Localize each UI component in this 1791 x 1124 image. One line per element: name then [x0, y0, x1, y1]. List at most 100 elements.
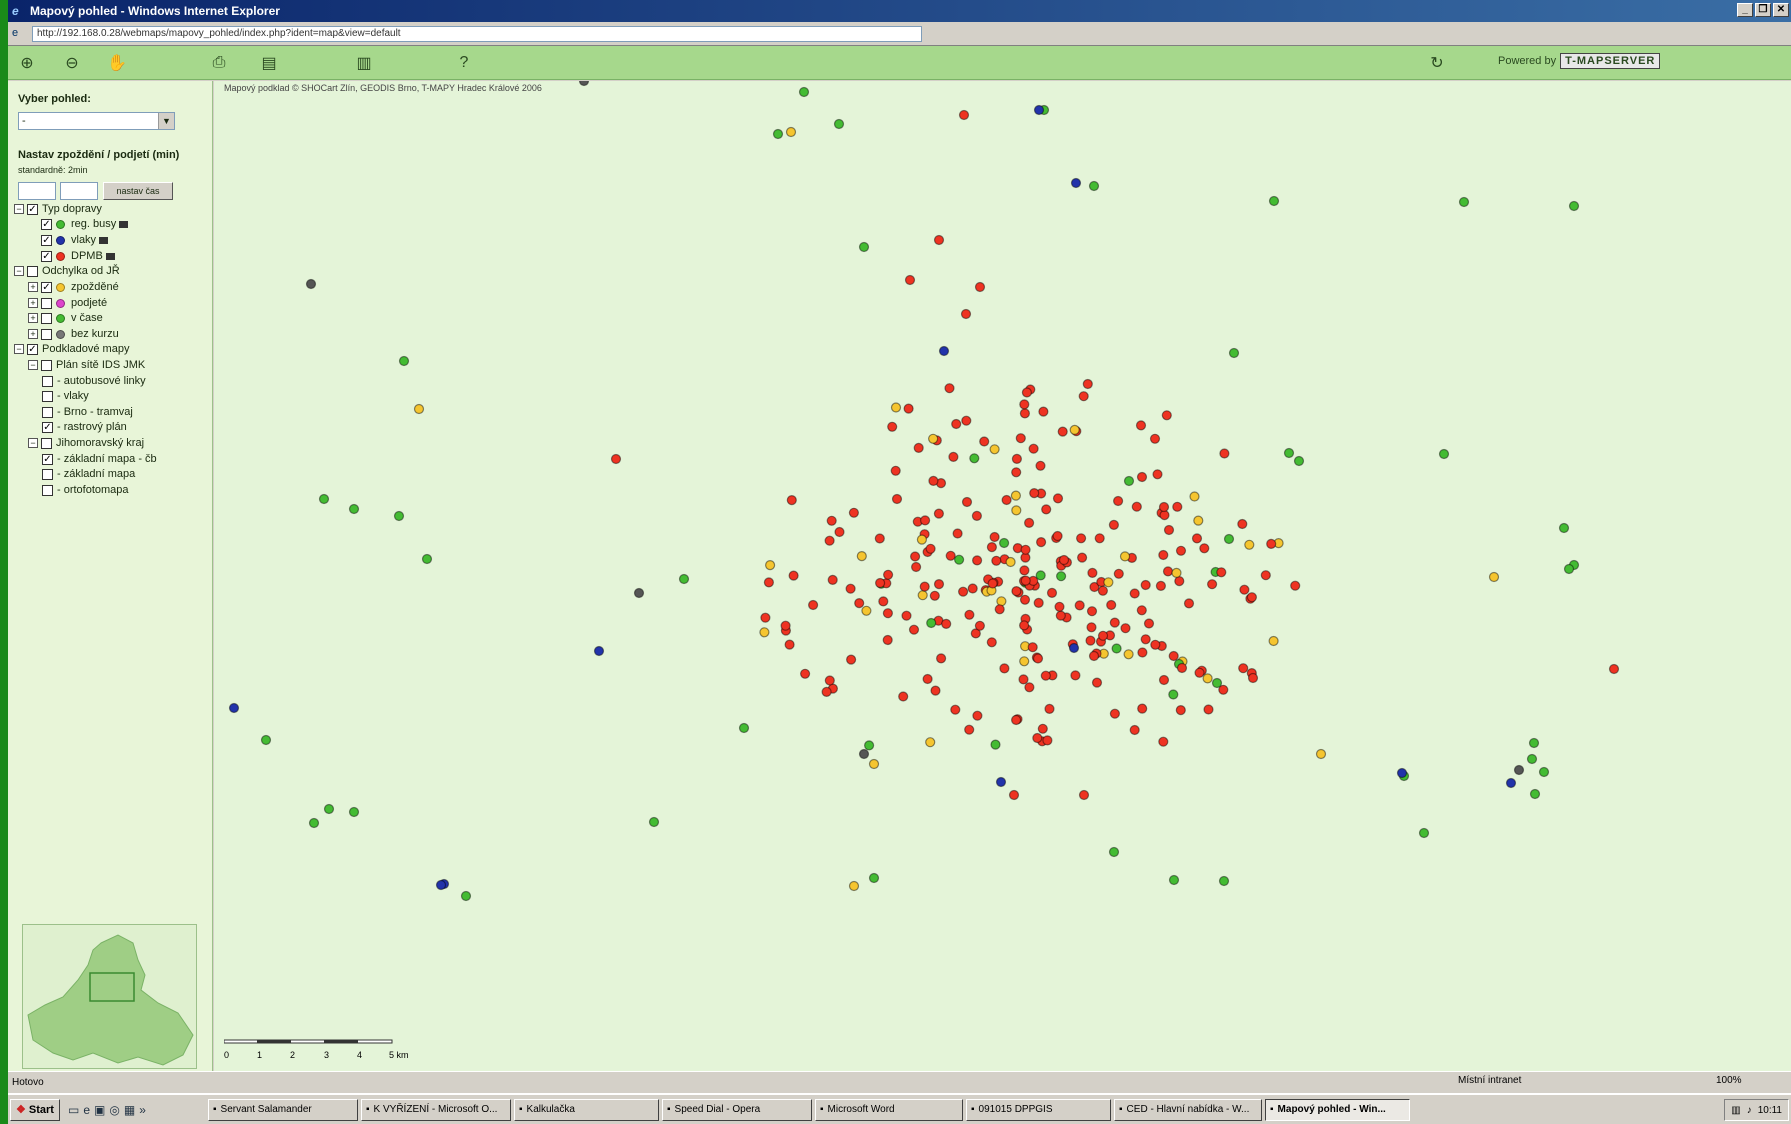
- tram-marker[interactable]: [1001, 494, 1012, 506]
- tram-marker[interactable]: [1150, 639, 1161, 650]
- tram-marker[interactable]: [1108, 519, 1120, 530]
- train-marker[interactable]: [1070, 177, 1082, 189]
- tram-marker[interactable]: [972, 710, 983, 721]
- tram-marker[interactable]: [1074, 600, 1085, 611]
- delayed-marker[interactable]: [1193, 515, 1204, 526]
- delayed-marker[interactable]: [785, 126, 797, 138]
- tram-marker[interactable]: [763, 577, 775, 588]
- tram-marker[interactable]: [1136, 471, 1148, 483]
- tram-marker[interactable]: [961, 415, 972, 426]
- layer-checkbox[interactable]: ✓: [42, 421, 53, 433]
- layer-tree-item[interactable]: ✓ - základní mapa - čb: [42, 451, 157, 467]
- tram-marker[interactable]: [1172, 501, 1183, 512]
- tram-marker[interactable]: [1057, 426, 1068, 437]
- layer-tree-item[interactable]: ✓ DPMB: [28, 248, 115, 264]
- tram-marker[interactable]: [1158, 674, 1170, 686]
- close-button[interactable]: ✕: [1773, 3, 1789, 17]
- collapse-icon[interactable]: −: [28, 438, 38, 448]
- tram-marker[interactable]: [1085, 635, 1096, 646]
- tram-marker[interactable]: [1078, 391, 1089, 402]
- delayed-marker[interactable]: [861, 605, 872, 616]
- tram-marker[interactable]: [1175, 704, 1186, 716]
- tram-marker[interactable]: [919, 581, 930, 592]
- taskbar-button[interactable]: ▪ Kalkulačka: [514, 1098, 659, 1121]
- tram-marker[interactable]: [1143, 618, 1155, 629]
- bus-marker[interactable]: [318, 493, 330, 505]
- bus-marker[interactable]: [1055, 571, 1067, 582]
- delayed-marker[interactable]: [764, 560, 776, 571]
- bus-marker[interactable]: [990, 739, 1001, 750]
- tram-marker[interactable]: [780, 620, 791, 631]
- layer-tree-item[interactable]: + ✓ zpožděné: [28, 279, 119, 295]
- bus-marker[interactable]: [1529, 788, 1541, 800]
- tram-marker[interactable]: [1199, 543, 1210, 554]
- expand-icon[interactable]: +: [28, 329, 38, 339]
- delayed-marker[interactable]: [1268, 635, 1279, 647]
- tram-marker[interactable]: [1140, 634, 1151, 645]
- tram-marker[interactable]: [1037, 723, 1048, 734]
- tram-marker[interactable]: [824, 535, 835, 546]
- tram-marker[interactable]: [1158, 501, 1170, 513]
- tram-marker[interactable]: [1086, 622, 1097, 633]
- tram-marker[interactable]: [904, 274, 916, 286]
- delayed-marker[interactable]: [1123, 649, 1134, 660]
- bus-marker[interactable]: [1283, 447, 1295, 459]
- tram-marker[interactable]: [1015, 433, 1026, 444]
- layer-checkbox[interactable]: ✓: [27, 343, 38, 355]
- tram-marker[interactable]: [1168, 650, 1179, 662]
- tram-marker[interactable]: [1219, 448, 1230, 459]
- bus-marker[interactable]: [1035, 570, 1046, 581]
- tram-marker[interactable]: [1158, 736, 1169, 747]
- delayed-marker[interactable]: [1244, 539, 1255, 550]
- layer-tree-item[interactable]: - ortofotomapa: [42, 482, 129, 498]
- tram-marker[interactable]: [1070, 670, 1081, 681]
- tram-marker[interactable]: [882, 634, 893, 646]
- tram-marker[interactable]: [1020, 544, 1031, 555]
- layer-tree-item[interactable]: − ✓ Typ dopravy: [14, 201, 102, 217]
- delayed-marker[interactable]: [856, 551, 867, 562]
- taskbar-button[interactable]: ▪ Speed Dial - Opera: [662, 1098, 812, 1121]
- tram-marker[interactable]: [994, 604, 1005, 615]
- tram-marker[interactable]: [1078, 789, 1090, 801]
- tram-marker[interactable]: [1019, 399, 1030, 410]
- layer-checkbox[interactable]: [42, 390, 53, 402]
- expand-icon[interactable]: +: [28, 313, 38, 323]
- tram-marker[interactable]: [882, 608, 894, 619]
- tram-marker[interactable]: [952, 528, 963, 539]
- measure-icon[interactable]: ▤: [258, 52, 280, 74]
- more-icon[interactable]: »: [139, 1103, 146, 1117]
- tram-marker[interactable]: [1075, 533, 1087, 544]
- tram-marker[interactable]: [1020, 575, 1031, 586]
- tram-marker[interactable]: [1058, 554, 1070, 566]
- tram-marker[interactable]: [1033, 597, 1044, 609]
- tram-marker[interactable]: [960, 308, 972, 320]
- tram-marker[interactable]: [999, 663, 1010, 674]
- tram-marker[interactable]: [1055, 610, 1066, 621]
- layer-checkbox[interactable]: [42, 484, 53, 496]
- no-course-marker[interactable]: [858, 748, 870, 760]
- delayed-marker[interactable]: [916, 534, 928, 545]
- taskbar-button[interactable]: ▪ CED - Hlavní nabídka - W...: [1114, 1098, 1262, 1121]
- tram-marker[interactable]: [1011, 586, 1022, 597]
- bus-marker[interactable]: [323, 803, 335, 815]
- layer-checkbox[interactable]: [41, 328, 52, 340]
- tram-marker[interactable]: [1136, 605, 1147, 616]
- bus-marker[interactable]: [998, 537, 1010, 549]
- layer-tree-item[interactable]: - Brno - tramvaj: [42, 404, 133, 420]
- layer-checkbox[interactable]: [41, 359, 52, 371]
- tram-marker[interactable]: [784, 639, 795, 650]
- tram-marker[interactable]: [1042, 735, 1053, 746]
- tram-marker[interactable]: [1010, 714, 1022, 726]
- tram-marker[interactable]: [986, 542, 998, 553]
- collapse-icon[interactable]: −: [14, 344, 24, 354]
- tram-marker[interactable]: [788, 570, 799, 581]
- bus-marker[interactable]: [1108, 846, 1120, 858]
- tram-marker[interactable]: [799, 668, 811, 679]
- tram-marker[interactable]: [1175, 545, 1187, 556]
- bus-marker[interactable]: [926, 617, 937, 629]
- tram-marker[interactable]: [1129, 724, 1140, 736]
- tram-marker[interactable]: [1027, 642, 1038, 653]
- tram-marker[interactable]: [821, 686, 832, 698]
- tram-marker[interactable]: [827, 574, 838, 585]
- tram-marker[interactable]: [1137, 647, 1148, 658]
